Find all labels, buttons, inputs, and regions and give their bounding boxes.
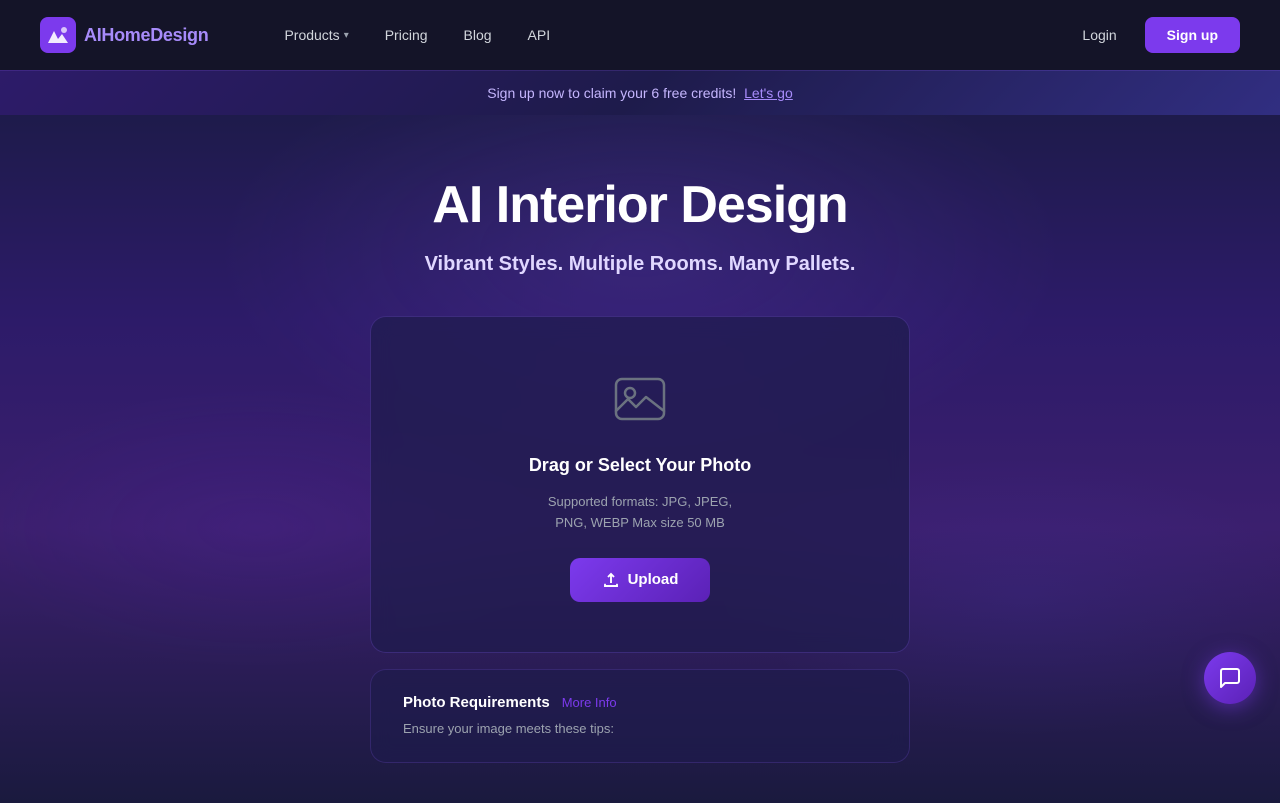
nav-api[interactable]: API [512,19,567,51]
hero-title: AI Interior Design [432,175,847,235]
chat-icon [1218,666,1242,690]
more-info-link[interactable]: More Info [562,695,617,710]
logo-icon [40,17,76,53]
nav-pricing[interactable]: Pricing [369,19,444,51]
promo-banner: Sign up now to claim your 6 free credits… [0,70,1280,115]
navbar: AIHomeDesign Products ▾ Pricing Blog API… [0,0,1280,70]
upload-card[interactable]: Drag or Select Your Photo Supported form… [370,316,910,653]
req-header: Photo Requirements More Info [403,694,877,711]
chevron-down-icon: ▾ [344,30,349,41]
upload-icon [602,571,620,589]
navbar-right: Login Sign up [1070,17,1240,53]
hero-section: AI Interior Design Vibrant Styles. Multi… [0,115,1280,803]
req-title: Photo Requirements [403,694,550,711]
upload-button[interactable]: Upload [570,558,711,602]
login-button[interactable]: Login [1070,19,1128,51]
navbar-left: AIHomeDesign Products ▾ Pricing Blog API [40,17,566,53]
requirements-card: Photo Requirements More Info Ensure your… [370,669,910,764]
banner-link[interactable]: Let's go [744,85,793,101]
signup-button[interactable]: Sign up [1145,17,1240,53]
banner-text: Sign up now to claim your 6 free credits… [487,85,736,101]
photo-placeholder-icon [608,367,672,431]
hero-subtitle: Vibrant Styles. Multiple Rooms. Many Pal… [425,253,856,276]
logo-text: AIHomeDesign [84,25,208,46]
logo[interactable]: AIHomeDesign [40,17,208,53]
nav-blog[interactable]: Blog [448,19,508,51]
chat-bubble-button[interactable] [1204,652,1256,704]
upload-title: Drag or Select Your Photo [529,455,751,476]
nav-links: Products ▾ Pricing Blog API [268,19,566,51]
upload-formats: Supported formats: JPG, JPEG, PNG, WEBP … [548,492,732,534]
req-description: Ensure your image meets these tips: [403,719,877,739]
nav-products[interactable]: Products ▾ [268,19,364,51]
